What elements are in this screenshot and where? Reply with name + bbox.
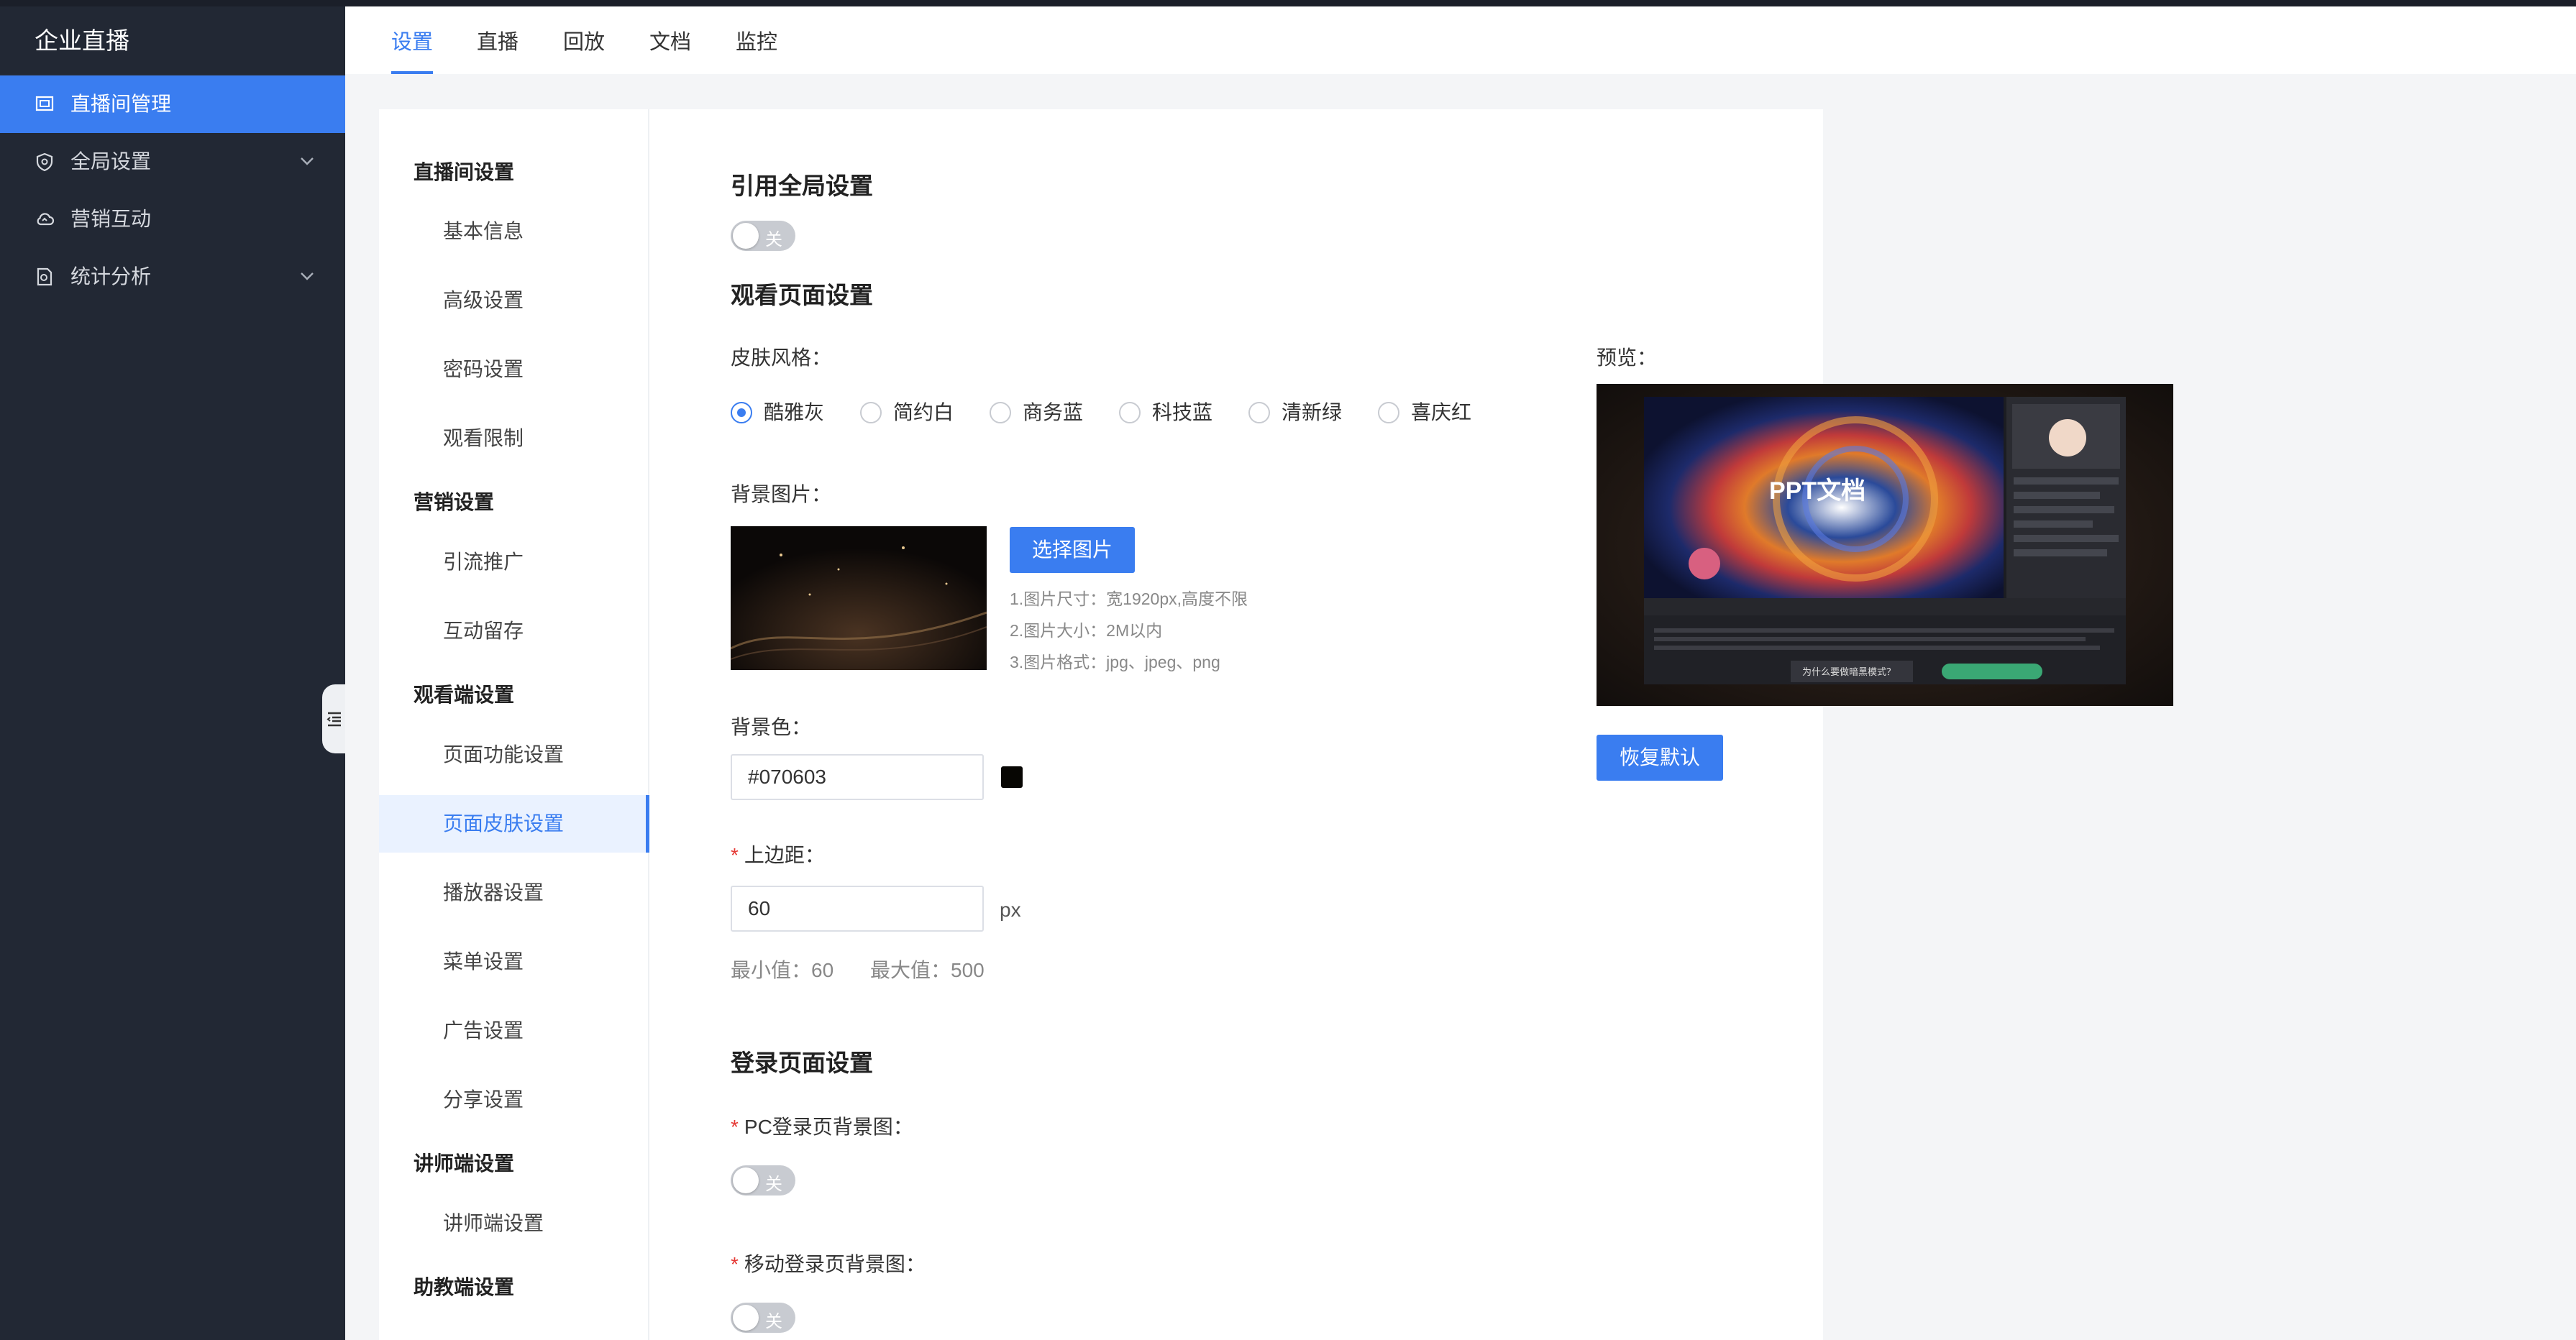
pc-login-bg-label-text: PC登录页背景图： xyxy=(744,1116,913,1138)
preview-picture: PPT文档 为什么要做暗黑模式？ xyxy=(1597,384,2173,706)
radio-circle xyxy=(1119,402,1141,423)
bg-image-label: 背景图片： xyxy=(731,483,832,505)
subnav-item-player[interactable]: 播放器设置 xyxy=(379,864,649,922)
radio-label: 商务蓝 xyxy=(1023,401,1084,423)
toggle-knob xyxy=(733,1305,759,1331)
radio-circle xyxy=(731,402,752,423)
menu-collapse-icon xyxy=(326,712,341,727)
skin-style-label: 皮肤风格： xyxy=(731,347,832,369)
preview-ppt-title: PPT文档 xyxy=(1769,477,1865,505)
pc-login-bg-label: * PC登录页背景图： xyxy=(731,1111,913,1140)
top-strip xyxy=(0,0,2576,6)
subnav-item-lecturer[interactable]: 讲师端设置 xyxy=(379,1195,649,1252)
chevron-down-icon xyxy=(301,272,314,280)
radio-circle xyxy=(1378,402,1399,423)
toggle-knob xyxy=(733,223,759,249)
preview-label: 预览： xyxy=(1597,347,1658,369)
monitor-icon xyxy=(35,96,54,111)
radio-label: 简约白 xyxy=(893,401,954,423)
radio-circle xyxy=(860,402,882,423)
sidebar-item-label: 直播间管理 xyxy=(70,93,172,115)
toggle-text: 关 xyxy=(765,1175,782,1194)
tab-settings[interactable]: 设置 xyxy=(391,6,434,74)
image-hint-size: 1.图片尺寸：宽1920px,高度不限 xyxy=(1010,589,1248,608)
top-tab-bar: 设置 直播 回放 文档 监控 xyxy=(345,6,2576,74)
watch-page-settings-title: 观看页面设置 xyxy=(731,282,873,308)
radio-circle xyxy=(990,402,1011,423)
tab-live[interactable]: 直播 xyxy=(477,6,519,74)
radio-circle xyxy=(1248,402,1270,423)
app-title: 企业直播 xyxy=(0,6,345,75)
subnav-group-live-room: 直播间设置 xyxy=(414,161,515,183)
toggle-knob xyxy=(733,1167,759,1193)
subnav-group-lecturer: 讲师端设置 xyxy=(414,1152,515,1175)
subnav-item-page-skin[interactable]: 页面皮肤设置 xyxy=(379,795,649,853)
required-marker: * xyxy=(731,1253,739,1275)
subnav-item-password[interactable]: 密码设置 xyxy=(379,341,649,398)
required-marker: * xyxy=(731,1116,739,1138)
shield-icon xyxy=(36,152,53,172)
report-icon xyxy=(37,267,52,286)
tab-playback[interactable]: 回放 xyxy=(563,6,605,74)
subnav-item-ads[interactable]: 广告设置 xyxy=(379,1002,649,1060)
login-page-settings-title: 登录页面设置 xyxy=(731,1050,873,1076)
top-margin-label-text: 上边距： xyxy=(744,844,825,866)
sidebar-item-label: 营销互动 xyxy=(70,208,152,230)
global-settings-title: 引用全局设置 xyxy=(731,173,873,199)
choose-image-button[interactable]: 选择图片 xyxy=(1010,527,1135,573)
mobile-login-bg-label: * 移动登录页背景图： xyxy=(731,1249,926,1277)
global-settings-toggle[interactable]: 关 xyxy=(731,221,795,251)
top-margin-input[interactable]: 60 xyxy=(731,886,984,932)
top-margin-max: 最大值：500 xyxy=(870,959,985,981)
subnav-item-retention[interactable]: 互动留存 xyxy=(379,602,649,660)
bg-image-thumbnail xyxy=(731,526,987,670)
toggle-text: 关 xyxy=(765,230,782,249)
bg-color-swatch[interactable] xyxy=(1001,766,1023,788)
mobile-login-bg-label-text: 移动登录页背景图： xyxy=(744,1253,926,1275)
settings-card: 直播间设置 基本信息 高级设置 密码设置 观看限制 营销设置 引流推广 互动留存… xyxy=(379,109,1823,1340)
bg-image-picture xyxy=(731,526,987,670)
cloud-icon xyxy=(37,213,55,226)
chevron-down-icon xyxy=(301,157,314,165)
subnav-group-viewer: 观看端设置 xyxy=(414,684,515,706)
sidebar-item-live-room-management[interactable]: 直播间管理 xyxy=(0,75,345,133)
subnav-item-advanced[interactable]: 高级设置 xyxy=(379,272,649,329)
subnav-item-share[interactable]: 分享设置 xyxy=(379,1071,649,1129)
radio-label: 科技蓝 xyxy=(1152,401,1213,423)
radio-label: 酷雅灰 xyxy=(764,401,825,423)
top-margin-unit: px xyxy=(1000,899,1021,921)
sidebar-item-marketing[interactable]: 营销互动 xyxy=(0,191,345,248)
main-sidebar: 企业直播 直播间管理 全局设置 营销互动 统计分析 xyxy=(0,6,345,1340)
bg-color-label: 背景色： xyxy=(731,716,812,738)
sidebar-item-global-settings[interactable]: 全局设置 xyxy=(0,133,345,191)
tab-monitor[interactable]: 监控 xyxy=(736,6,777,74)
subnav-item-menu[interactable]: 菜单设置 xyxy=(379,933,649,991)
pc-login-bg-toggle[interactable]: 关 xyxy=(731,1165,795,1196)
radio-label: 清新绿 xyxy=(1282,401,1343,423)
top-margin-min: 最小值：60 xyxy=(731,959,834,981)
subnav-item-page-function[interactable]: 页面功能设置 xyxy=(379,726,649,784)
settings-subnav: 直播间设置 基本信息 高级设置 密码设置 观看限制 营销设置 引流推广 互动留存… xyxy=(379,109,649,1340)
mobile-login-bg-toggle[interactable]: 关 xyxy=(731,1303,795,1333)
toggle-text: 关 xyxy=(765,1312,782,1331)
subnav-group-assistant: 助教端设置 xyxy=(414,1276,515,1298)
image-hint-filesize: 2.图片大小：2M以内 xyxy=(1010,621,1163,640)
sidebar-item-statistics[interactable]: 统计分析 xyxy=(0,248,345,306)
restore-default-button[interactable]: 恢复默认 xyxy=(1597,735,1723,781)
subnav-item-watch-limit[interactable]: 观看限制 xyxy=(379,410,649,467)
subnav-group-marketing: 营销设置 xyxy=(414,491,495,513)
bg-color-input[interactable]: #070603 xyxy=(731,754,984,800)
top-margin-label: * 上边距： xyxy=(731,840,825,868)
image-hint-format: 3.图片格式：jpg、jpeg、png xyxy=(1010,653,1220,671)
subnav-item-basic-info[interactable]: 基本信息 xyxy=(379,203,649,260)
sidebar-collapse-handle[interactable] xyxy=(322,684,345,753)
sidebar-item-label: 统计分析 xyxy=(70,265,152,288)
subnav-item-traffic[interactable]: 引流推广 xyxy=(379,533,649,591)
sidebar-item-label: 全局设置 xyxy=(70,150,152,173)
required-marker: * xyxy=(731,844,739,866)
radio-label: 喜庆红 xyxy=(1411,401,1472,423)
tab-documents[interactable]: 文档 xyxy=(649,6,691,74)
preview-prompt-text: 为什么要做暗黑模式？ xyxy=(1802,666,1896,677)
skin-preview-image: PPT文档 为什么要做暗黑模式？ xyxy=(1597,384,2173,706)
